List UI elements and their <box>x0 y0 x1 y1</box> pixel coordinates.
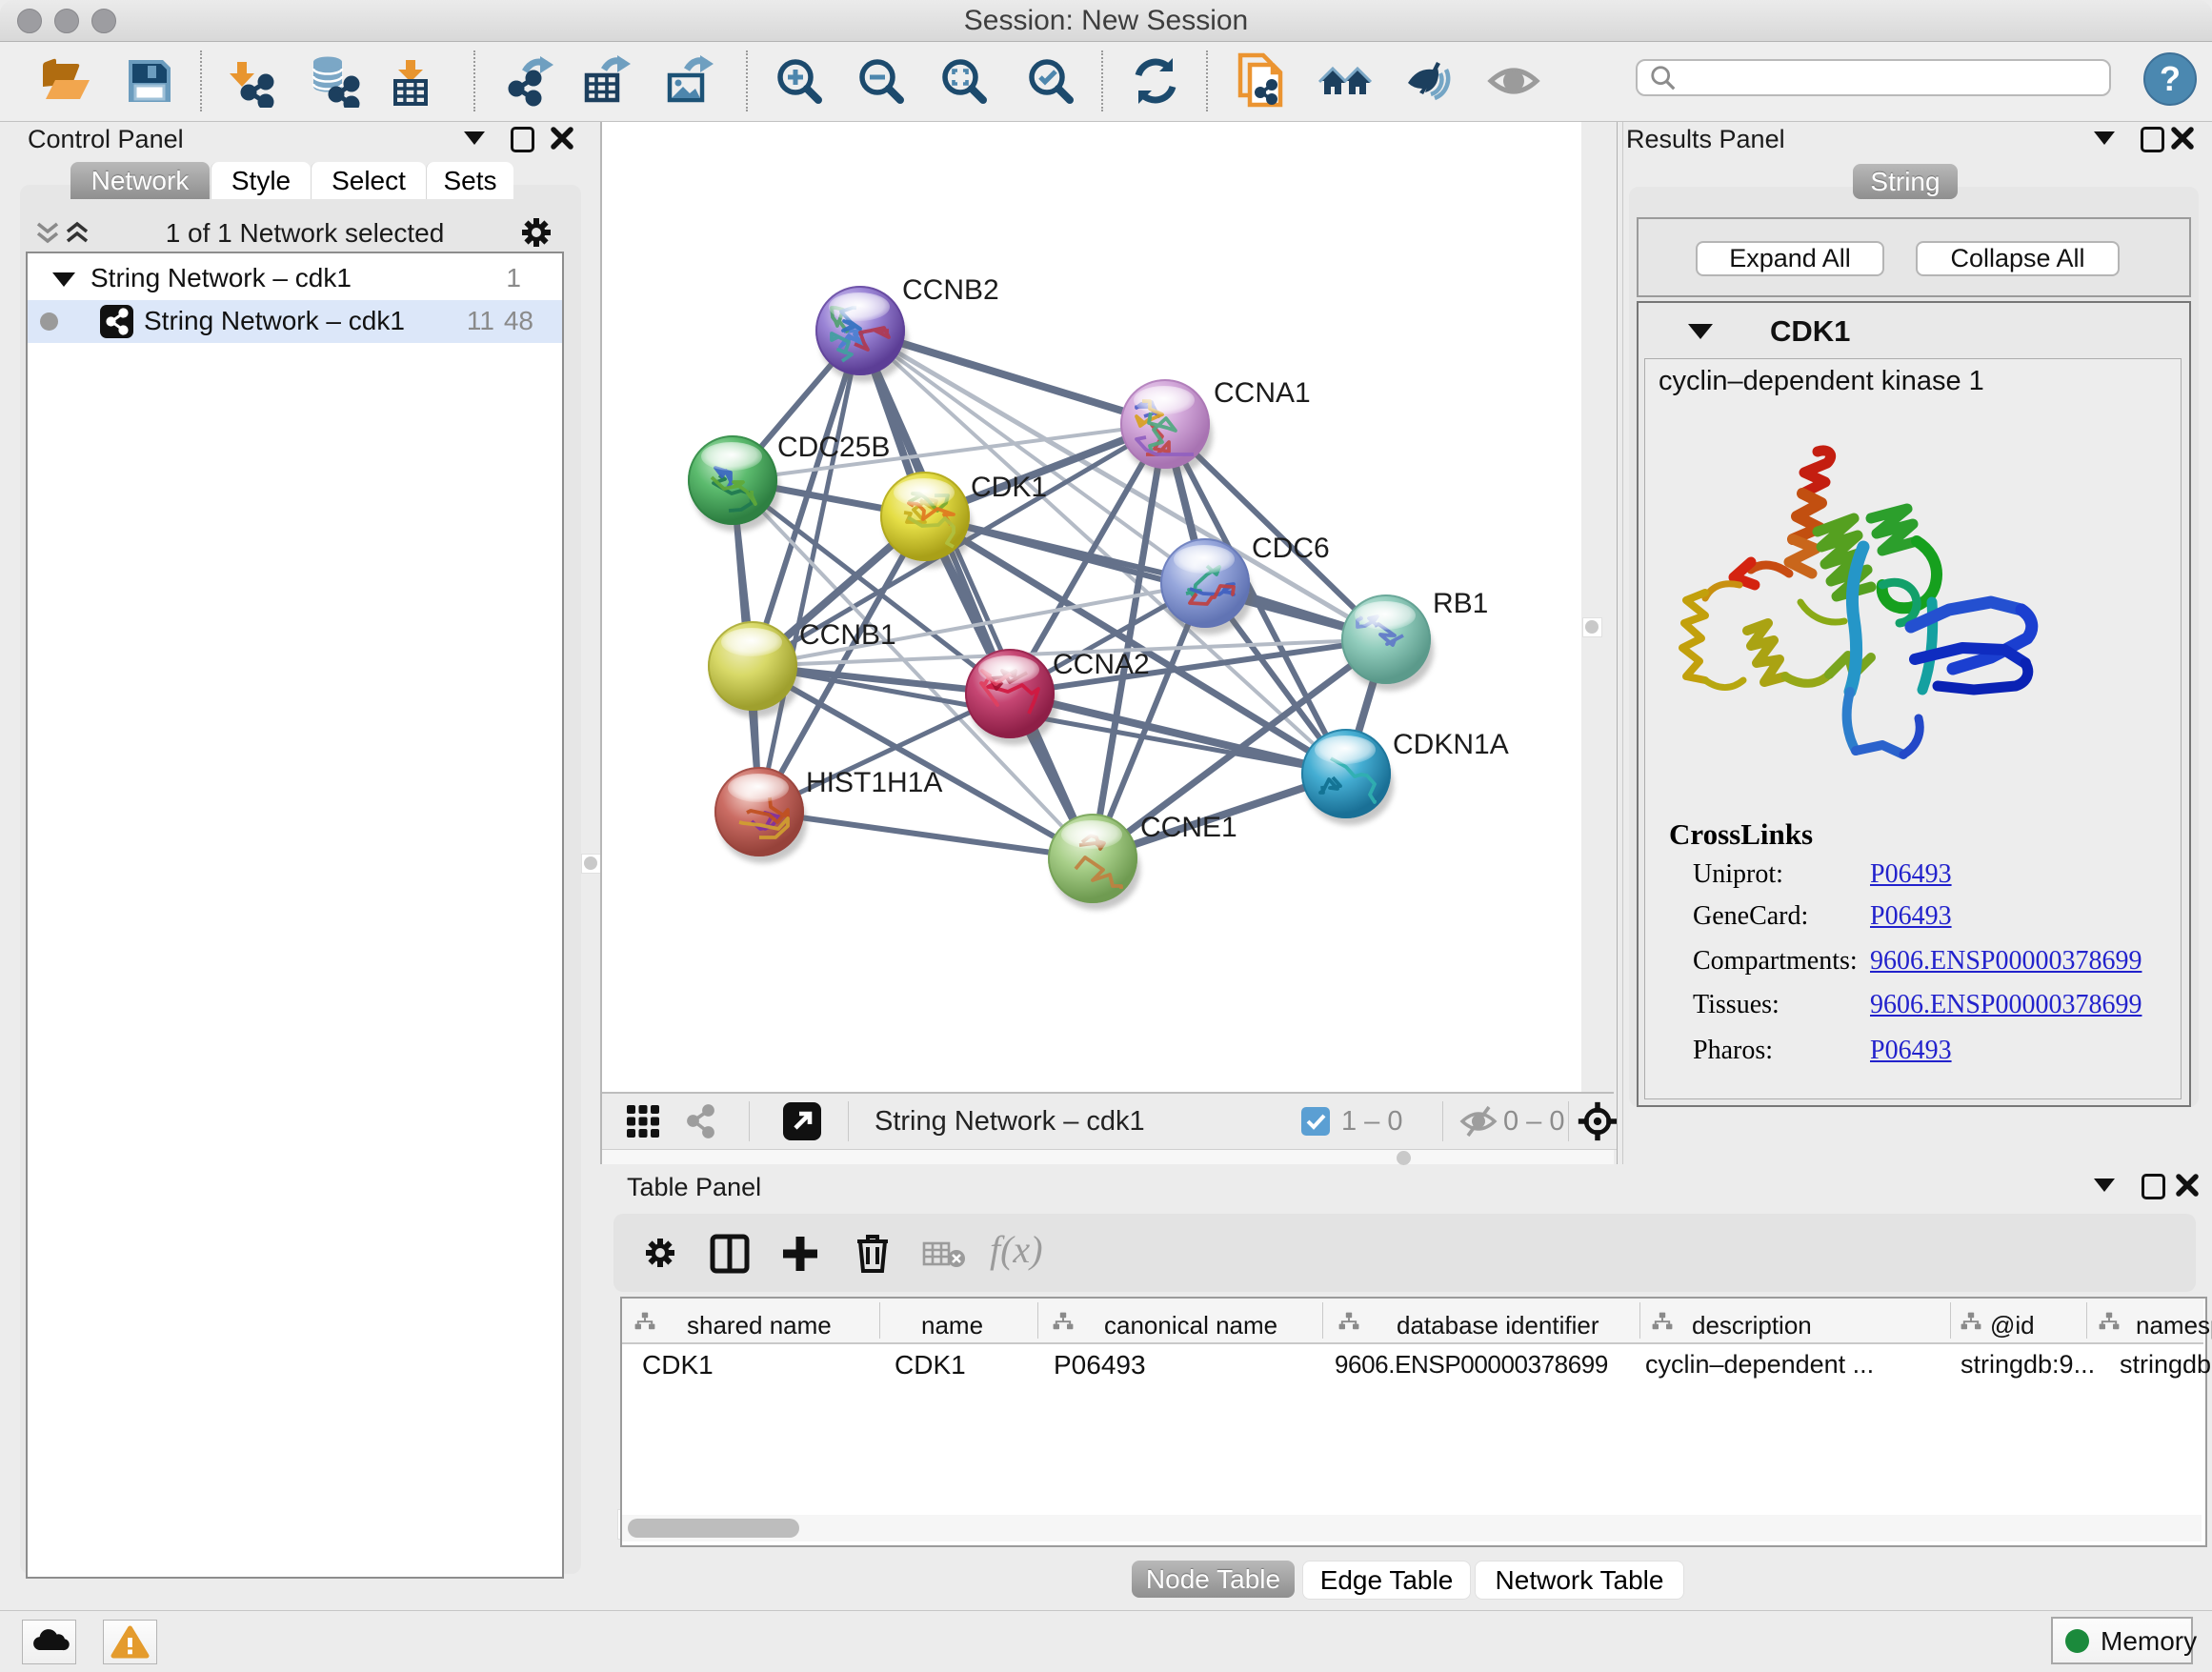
svg-text:CCNB1: CCNB1 <box>799 619 896 651</box>
svg-text:CCNA1: CCNA1 <box>1214 377 1311 409</box>
svg-text:RB1: RB1 <box>1433 588 1488 619</box>
svg-text:CCNA2: CCNA2 <box>1053 649 1150 680</box>
svg-text:CDC6: CDC6 <box>1252 533 1330 564</box>
svg-text:CDC25B: CDC25B <box>777 432 890 463</box>
svg-text:HIST1H1A: HIST1H1A <box>806 767 942 798</box>
svg-text:CDK1: CDK1 <box>971 472 1047 503</box>
svg-text:CCNE1: CCNE1 <box>1140 812 1237 843</box>
svg-text:CDKN1A: CDKN1A <box>1393 729 1509 760</box>
svg-text:CCNB2: CCNB2 <box>902 274 999 306</box>
